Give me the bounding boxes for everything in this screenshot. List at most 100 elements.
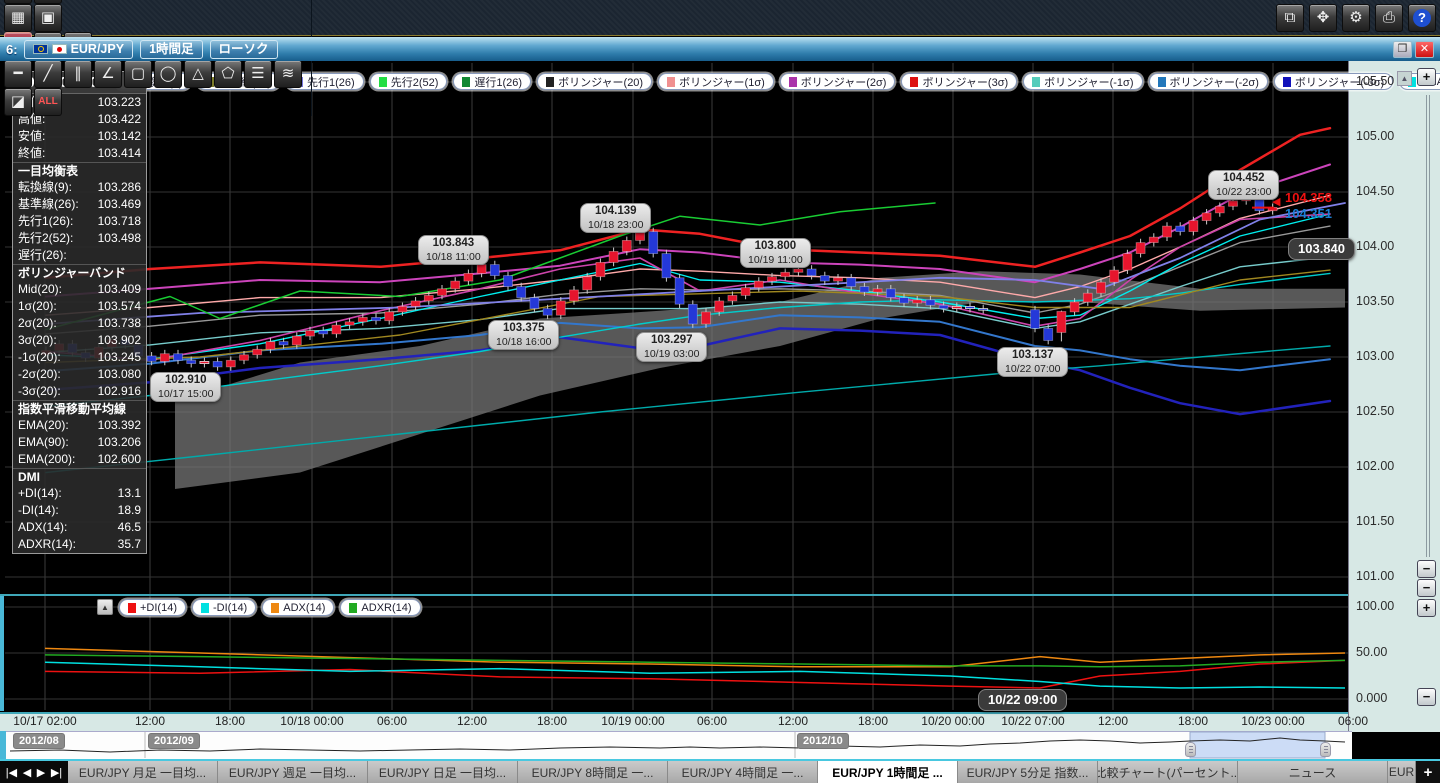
scroll-up-button[interactable]: ▲ xyxy=(1397,71,1412,86)
zoom-out-button-dmi[interactable]: − xyxy=(1417,688,1436,706)
info-section-title: 一目均衡表 xyxy=(13,162,146,179)
chart-tab[interactable]: EUR xyxy=(1388,761,1416,783)
price-axis-label: 105.50 xyxy=(1356,74,1394,88)
restore-window-button[interactable]: ❐ xyxy=(1393,41,1412,58)
price-axis-label: 104.50 xyxy=(1356,184,1394,198)
ask-price-label: 104.358 xyxy=(1285,190,1332,205)
trendline-tool-icon[interactable]: ╱ xyxy=(34,60,62,88)
toolbar-group: ━╱∥∠▢◯△⬠☰≋ xyxy=(4,60,312,88)
legend-color-swatch xyxy=(667,77,675,87)
fan-tool-icon[interactable]: ≋ xyxy=(274,60,302,88)
tab-scroll-arrow[interactable]: ▶| xyxy=(51,766,62,779)
dmi-legend-pill[interactable]: ADX(14) xyxy=(262,599,334,616)
toolbar-group: ▦▣ xyxy=(4,4,312,32)
pentagon-tool-icon[interactable]: ⬠ xyxy=(214,60,242,88)
info-row: -1σ(20):103.245 xyxy=(13,349,146,366)
pair-selector-button[interactable]: EUR/JPY xyxy=(24,40,134,59)
trading-app-window: ▤▧Cal比✳✎▦▣✚↖✋━╱∥∠▢◯△⬠☰≋◪ALL ⧉✥⚙⎙? 6: EUR… xyxy=(0,0,1440,783)
chart-tab[interactable]: EUR/JPY 月足 一目均... xyxy=(68,761,218,783)
legend-label: ADX(14) xyxy=(283,602,325,614)
chart-tab[interactable]: ニュース xyxy=(1238,761,1388,783)
chart-annotation: 103.29710/19 03:00 xyxy=(636,332,707,362)
info-row: 3σ(20):103.902 xyxy=(13,332,146,349)
legend-color-swatch xyxy=(462,77,470,87)
eraser-all-tool-icon[interactable]: ALL xyxy=(34,88,62,116)
angle-tool-icon[interactable]: ∠ xyxy=(94,60,122,88)
main-toolbar: ▤▧Cal比✳✎▦▣✚↖✋━╱∥∠▢◯△⬠☰≋◪ALL ⧉✥⚙⎙? xyxy=(0,0,1440,36)
dmi-collapse-button[interactable]: ▲ xyxy=(97,599,113,615)
rect-tool-icon[interactable]: ▢ xyxy=(124,60,152,88)
nav-handle-left[interactable] xyxy=(1185,742,1196,757)
dmi-legend-pill[interactable]: +DI(14) xyxy=(119,599,186,616)
chart-tab[interactable]: EUR/JPY 1時間足 ... xyxy=(818,761,958,783)
tab-scroll-arrow[interactable]: ▶ xyxy=(37,766,45,779)
hline-tool-icon[interactable]: ━ xyxy=(4,60,32,88)
multi-lines-tool-icon[interactable]: ☰ xyxy=(244,60,272,88)
chart-tab[interactable]: EUR/JPY 5分足 指数... xyxy=(958,761,1098,783)
windows-icon[interactable]: ⧉ xyxy=(1276,4,1304,32)
legend-pill[interactable]: ボリンジャー(-2σ) xyxy=(1149,73,1268,90)
info-row: 1σ(20):103.574 xyxy=(13,298,146,315)
nav-handle-right[interactable] xyxy=(1320,742,1331,757)
chart-tab[interactable]: EUR/JPY 日足 一目均... xyxy=(368,761,518,783)
dmi-legend-pill[interactable]: -DI(14) xyxy=(192,599,256,616)
time-axis-label: 12:00 xyxy=(135,714,165,728)
price-axis-label: 105.00 xyxy=(1356,129,1394,143)
chart-tab[interactable]: EUR/JPY 4時間足 一... xyxy=(668,761,818,783)
time-axis-label: 10/20 00:00 xyxy=(921,714,984,728)
settings-icon[interactable]: ⚙ xyxy=(1342,4,1370,32)
help-icon[interactable]: ? xyxy=(1408,4,1436,32)
chart-tab[interactable]: EUR/JPY 8時間足 一... xyxy=(518,761,668,783)
tab-nav-arrows: |◀ ◀ ▶ ▶| xyxy=(0,761,68,783)
time-axis-label: 12:00 xyxy=(1098,714,1128,728)
chart-annotation: 104.45210/22 23:00 xyxy=(1208,170,1279,200)
legend-label: 遅行1(26) xyxy=(474,74,522,90)
scrollbar-groove[interactable] xyxy=(1426,95,1427,557)
fullscreen-icon[interactable]: ✥ xyxy=(1309,4,1337,32)
chart-annotation: 103.840 xyxy=(1288,238,1355,260)
close-window-button[interactable]: ✕ xyxy=(1415,41,1434,58)
info-row: 2σ(20):103.738 xyxy=(13,315,146,332)
legend-color-swatch xyxy=(271,603,279,613)
pencil-tool-icon[interactable]: ✎ xyxy=(34,0,62,4)
legend-pill[interactable]: ボリンジャー(20) xyxy=(537,73,652,90)
scrollbar-groove2[interactable] xyxy=(1429,95,1430,557)
info-panel-rows: 始値:103.223高値:103.422安値:103.142終値:103.414… xyxy=(13,94,146,553)
time-axis-label: 10/23 00:00 xyxy=(1241,714,1304,728)
scroll-down-button[interactable]: − xyxy=(1417,579,1436,597)
chart-tab[interactable]: 比較チャート(パーセント... xyxy=(1098,761,1238,783)
time-axis-label: 18:00 xyxy=(215,714,245,728)
legend-pill[interactable]: ボリンジャー(1σ) xyxy=(658,73,774,90)
legend-pill[interactable]: 先行2(52) xyxy=(370,73,448,90)
jp-flag-icon xyxy=(52,44,67,54)
legend-pill[interactable]: ボリンジャー(2σ) xyxy=(780,73,896,90)
add-chart-tab-button[interactable]: + xyxy=(1416,761,1440,783)
eraser-tool-icon[interactable]: ◪ xyxy=(4,88,32,116)
dmi-legend-pill[interactable]: ADXR(14) xyxy=(340,599,420,616)
parallel-tool-icon[interactable]: ∥ xyxy=(64,60,92,88)
tab-scroll-arrow[interactable]: |◀ xyxy=(6,766,17,779)
timeframe-selector-button[interactable]: 1時間足 xyxy=(140,40,202,59)
legend-label: 先行2(52) xyxy=(391,74,439,90)
legend-color-swatch xyxy=(379,77,387,87)
legend-pill[interactable]: 遅行1(26) xyxy=(453,73,531,90)
chart-type-selector-button[interactable]: ローソク xyxy=(210,40,278,59)
ellipse-tool-icon[interactable]: ◯ xyxy=(154,60,182,88)
nodes-tool-icon[interactable]: ✳ xyxy=(4,0,32,4)
zoom-in-button-dmi[interactable]: + xyxy=(1417,599,1436,617)
zoom-in-button-main[interactable]: + xyxy=(1417,68,1436,86)
navigator-month-label: 2012/10 xyxy=(797,733,849,749)
print-icon[interactable]: ⎙ xyxy=(1375,4,1403,32)
save-tool-icon[interactable]: ▣ xyxy=(34,4,62,32)
chart-tab-bar: |◀ ◀ ▶ ▶| EUR/JPY 月足 一目均...EUR/JPY 週足 一目均..… xyxy=(0,759,1440,783)
chart-dmi-splitter[interactable] xyxy=(0,594,1348,596)
panel-settings-tool-icon[interactable]: ▦ xyxy=(4,4,32,32)
legend-pill[interactable]: ボリンジャー(-1σ) xyxy=(1023,73,1142,90)
zoom-out-button-main[interactable]: − xyxy=(1417,560,1436,578)
triangle-tool-icon[interactable]: △ xyxy=(184,60,212,88)
tab-scroll-arrow[interactable]: ◀ xyxy=(23,766,31,779)
legend-pill[interactable]: ボリンジャー(3σ) xyxy=(901,73,1017,90)
navigator-month-label: 2012/08 xyxy=(13,733,65,749)
chart-tab[interactable]: EUR/JPY 週足 一目均... xyxy=(218,761,368,783)
info-row: -3σ(20):102.916 xyxy=(13,383,146,400)
